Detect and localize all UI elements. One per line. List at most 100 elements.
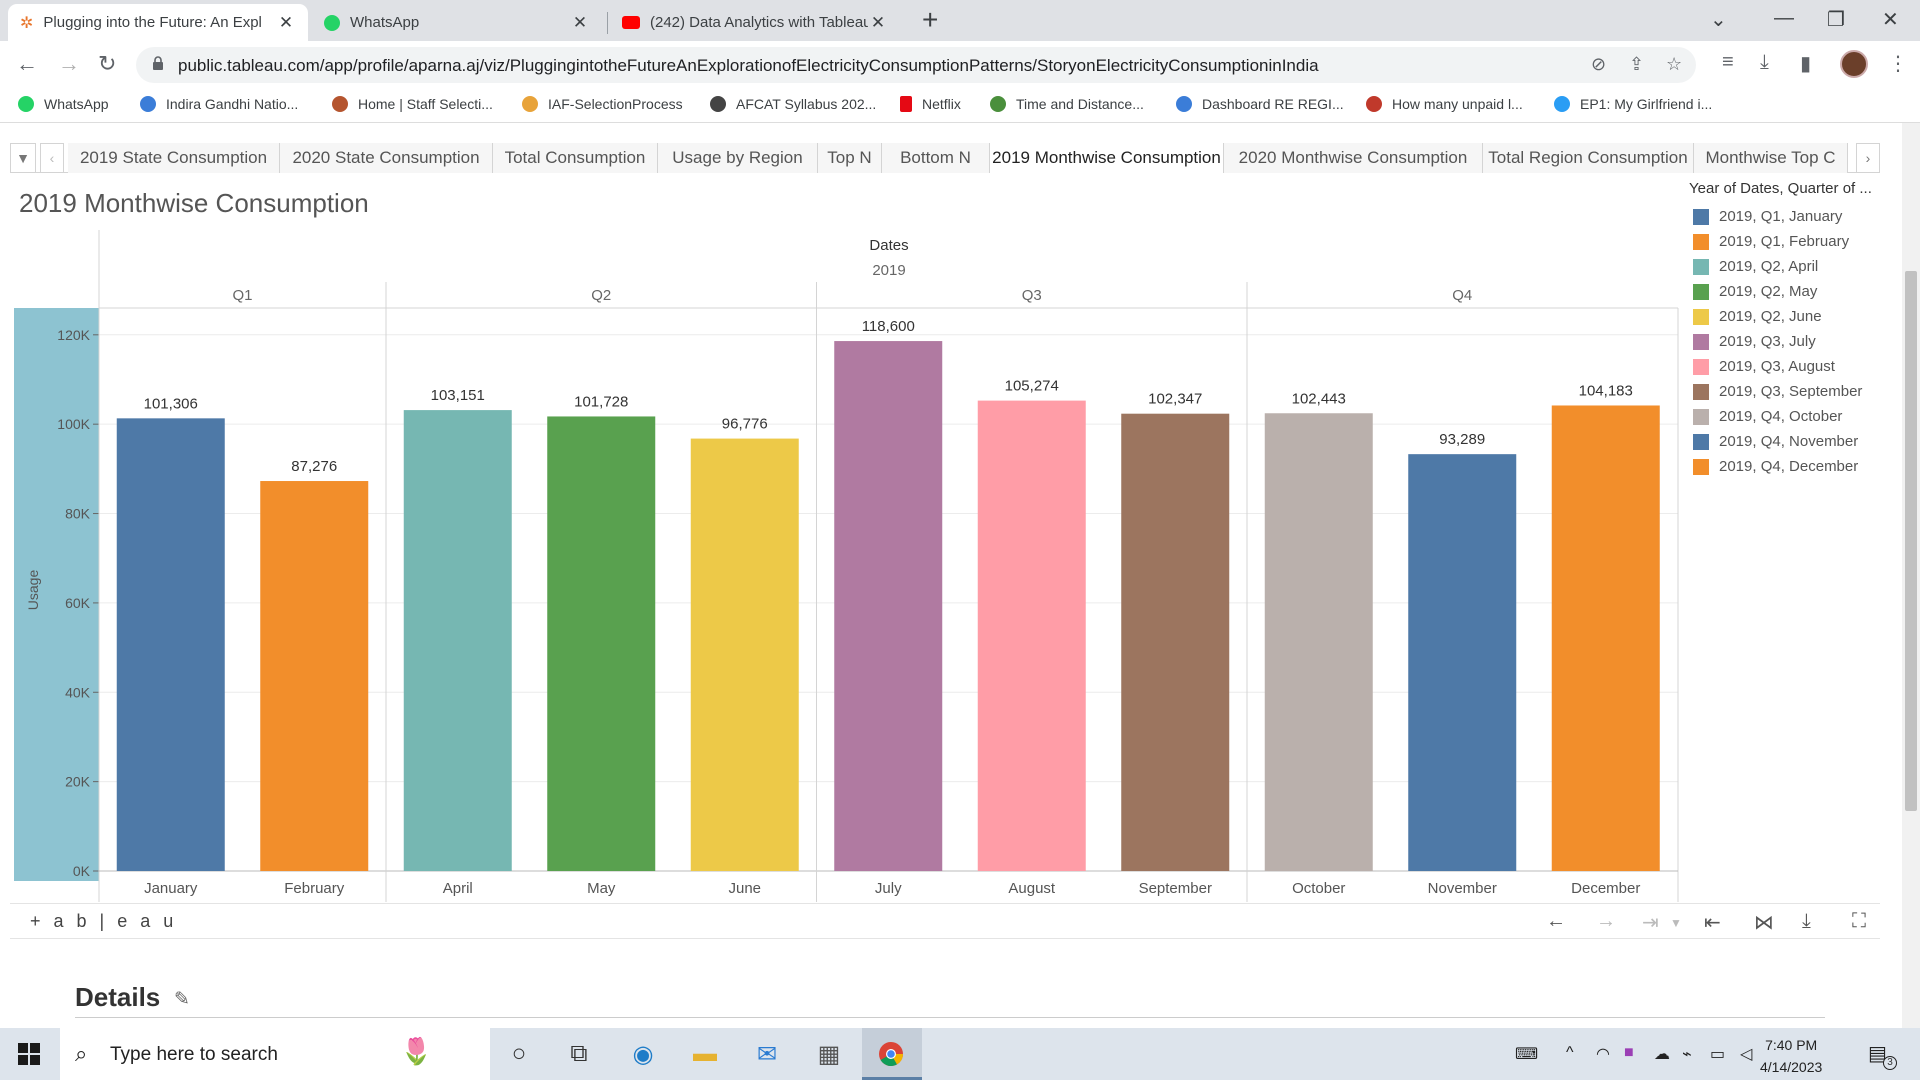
bookmark-ssc[interactable]: Home | Staff Selecti... — [332, 96, 493, 112]
browser-tab-youtube[interactable]: (242) Data Analytics with Tableau ✕ — [610, 4, 900, 41]
bookmarks-bar: WhatsApp Indira Gandhi Natio... Home | S… — [0, 89, 1920, 123]
story-tab[interactable]: 2019 State Consumption — [68, 143, 280, 173]
forward-arrow-icon[interactable]: → — [58, 51, 80, 77]
back-arrow-icon[interactable]: ← — [16, 51, 38, 77]
scrollbar-thumb[interactable] — [1905, 271, 1917, 811]
x-tick-label: April — [443, 880, 473, 897]
legend-item[interactable]: 2019, Q3, August — [1693, 354, 1862, 379]
x-tick-label: November — [1428, 880, 1497, 897]
story-tab[interactable]: 2019 Monthwise Consumption — [990, 143, 1224, 173]
browser-tab-tableau[interactable]: ✲ Plugging into the Future: An Expl ✕ — [8, 4, 308, 41]
bookmark-ep1[interactable]: EP1: My Girlfriend i... — [1554, 96, 1712, 112]
story-tab[interactable]: 2020 State Consumption — [280, 143, 493, 173]
taskbar-clock[interactable]: 7:40 PM 4/14/2023 — [1760, 1034, 1822, 1078]
chevron-up-icon[interactable]: ^ — [1566, 1044, 1574, 1062]
reload-icon[interactable]: ↻ — [98, 51, 116, 77]
close-icon[interactable]: ✕ — [868, 13, 888, 33]
reset-icon[interactable]: ⇤ — [1704, 910, 1721, 935]
story-tab[interactable]: Total Consumption — [493, 143, 658, 173]
keyboard-icon[interactable]: ⌨ — [1515, 1044, 1538, 1064]
bookmark-label: AFCAT Syllabus 202... — [736, 96, 877, 112]
bookmark-time-distance[interactable]: Time and Distance... — [990, 96, 1144, 112]
data-label: 102,347 — [1148, 391, 1202, 408]
story-tab[interactable]: Monthwise Top C — [1694, 143, 1848, 173]
profile-avatar[interactable] — [1840, 50, 1868, 78]
x-tick-label: October — [1292, 880, 1345, 897]
bookmark-whatsapp[interactable]: WhatsApp — [18, 96, 109, 112]
pencil-icon[interactable]: ✎ — [174, 988, 190, 1011]
task-view-icon[interactable]: ⧉ — [562, 1038, 596, 1070]
undo-icon[interactable]: ← — [1546, 910, 1566, 933]
bookmark-netflix[interactable]: Netflix — [900, 96, 961, 112]
redo-icon[interactable]: → — [1596, 910, 1616, 933]
story-next-icon[interactable]: › — [1856, 143, 1880, 173]
bar — [547, 416, 656, 871]
cloud-icon[interactable]: ☁ — [1654, 1044, 1670, 1064]
legend-item[interactable]: 2019, Q2, April — [1693, 254, 1862, 279]
tracking-off-icon[interactable]: ⊘ — [1591, 54, 1606, 75]
share-icon[interactable]: ⇪ — [1629, 54, 1644, 75]
download-icon[interactable]: ⤓ — [1760, 51, 1769, 74]
legend-swatch — [1693, 208, 1709, 225]
close-icon[interactable]: ✕ — [570, 13, 590, 33]
legend-label: 2019, Q2, June — [1719, 308, 1822, 325]
legend-item[interactable]: 2019, Q4, November — [1693, 429, 1862, 454]
story-tab[interactable]: Usage by Region — [658, 143, 818, 173]
bookmark-dashboard[interactable]: Dashboard RE REGI... — [1176, 96, 1344, 112]
bookmark-iaf[interactable]: IAF-SelectionProcess — [522, 96, 683, 112]
story-prev-icon[interactable]: ‹ — [40, 143, 64, 173]
page-scrollbar[interactable] — [1902, 123, 1920, 1028]
close-window-icon[interactable]: ✕ — [1882, 7, 1899, 32]
usb-icon[interactable]: ⌁ — [1682, 1044, 1692, 1064]
calculator-icon[interactable]: ▦ — [812, 1038, 846, 1070]
legend-item[interactable]: 2019, Q3, September — [1693, 379, 1862, 404]
story-tab[interactable]: Top N — [818, 143, 882, 173]
story-tab[interactable]: 2020 Monthwise Consumption — [1224, 143, 1483, 173]
bookmark-star-icon[interactable]: ☆ — [1666, 54, 1682, 75]
battery-icon[interactable]: ▭ — [1710, 1044, 1725, 1064]
bookmark-afcat[interactable]: AFCAT Syllabus 202... — [710, 96, 876, 112]
media-control-icon[interactable]: ≡ — [1722, 51, 1734, 74]
fullscreen-icon[interactable]: ⛶ — [1852, 910, 1866, 933]
download-icon[interactable]: ⤓ — [1802, 910, 1811, 933]
story-tab[interactable]: Total Region Consumption — [1483, 143, 1694, 173]
legend-item[interactable]: 2019, Q3, July — [1693, 329, 1862, 354]
share-icon[interactable]: ⋈ — [1754, 910, 1774, 935]
windows-start-icon[interactable] — [18, 1043, 40, 1065]
cortana-icon[interactable]: ○ — [502, 1038, 536, 1070]
menu-kebab-icon[interactable]: ⋮ — [1888, 51, 1908, 76]
story-menu-dropdown-icon[interactable]: ▼ — [10, 143, 36, 173]
tab-search-icon[interactable]: ⌄ — [1710, 7, 1727, 32]
bookmark-ignou[interactable]: Indira Gandhi Natio... — [140, 96, 298, 112]
revert-icon[interactable]: ⇥ — [1642, 910, 1659, 935]
restore-icon[interactable]: ❐ — [1827, 7, 1845, 32]
story-tab[interactable]: Bottom N — [882, 143, 990, 173]
browser-tab-whatsapp[interactable]: WhatsApp ✕ — [312, 4, 602, 41]
data-label: 93,289 — [1439, 431, 1485, 448]
legend-item[interactable]: 2019, Q4, October — [1693, 404, 1862, 429]
edge-icon[interactable]: ◉ — [626, 1038, 660, 1070]
new-tab-button[interactable]: + — [922, 6, 938, 34]
volume-icon[interactable]: ◁ — [1740, 1044, 1752, 1064]
side-panel-icon[interactable]: ▮ — [1800, 51, 1811, 76]
bookmark-quora[interactable]: How many unpaid l... — [1366, 96, 1523, 112]
taskbar-search-box[interactable]: ⌕ Type here to search 🌷 — [60, 1028, 490, 1080]
legend-item[interactable]: 2019, Q1, January — [1693, 204, 1862, 229]
legend-swatch — [1693, 308, 1709, 325]
close-icon[interactable]: ✕ — [276, 13, 296, 33]
legend-label: 2019, Q4, December — [1719, 458, 1859, 475]
x-tick-label: August — [1008, 880, 1056, 897]
legend-item[interactable]: 2019, Q2, May — [1693, 279, 1862, 304]
onenote-icon[interactable]: ■ — [1624, 1044, 1634, 1062]
chrome-icon[interactable] — [874, 1038, 908, 1070]
wifi-icon[interactable]: ◠ — [1596, 1044, 1610, 1064]
chevron-down-icon[interactable]: ▼ — [1670, 916, 1682, 930]
address-bar[interactable]: public.tableau.com/app/profile/aparna.aj… — [136, 47, 1696, 83]
tableau-logo[interactable]: + a b | e a u — [30, 911, 177, 932]
legend-item[interactable]: 2019, Q1, February — [1693, 229, 1862, 254]
mail-icon[interactable]: ✉ — [750, 1038, 784, 1070]
legend-item[interactable]: 2019, Q2, June — [1693, 304, 1862, 329]
file-explorer-icon[interactable]: ▬ — [688, 1038, 722, 1070]
legend-item[interactable]: 2019, Q4, December — [1693, 454, 1862, 479]
minimize-icon[interactable]: — — [1774, 7, 1794, 30]
